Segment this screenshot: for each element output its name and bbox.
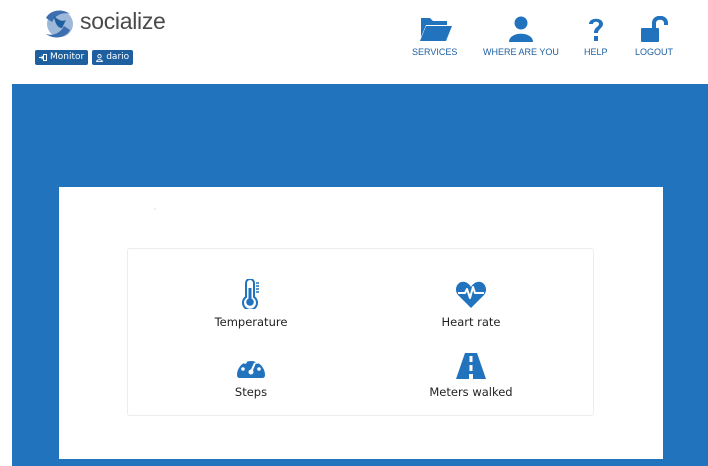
- user-name-badge[interactable]: dario: [92, 50, 134, 65]
- services-card: Temperature Heart rate Steps Meters walk…: [127, 248, 594, 416]
- tile-temperature[interactable]: Temperature: [196, 279, 306, 329]
- socialize-logo-icon: [46, 10, 73, 38]
- nav-help-label: HELP: [584, 47, 608, 57]
- tile-heart-rate[interactable]: Heart rate: [416, 279, 526, 329]
- heartbeat-icon: [455, 281, 487, 308]
- top-header: socialize Monitor dario SERVICES WHERE A…: [0, 0, 708, 84]
- nav-logout[interactable]: LOGOUT: [635, 16, 673, 57]
- nav-services[interactable]: SERVICES: [412, 16, 457, 57]
- nav-where-are-you[interactable]: WHERE ARE YOU: [483, 16, 559, 57]
- monitor-badge-label: Monitor: [50, 52, 85, 62]
- tile-meters-walked[interactable]: Meters walked: [416, 353, 526, 399]
- nav-where-are-you-label: WHERE ARE YOU: [483, 47, 559, 57]
- question-icon: [588, 18, 603, 41]
- tile-temperature-label: Temperature: [214, 315, 288, 329]
- tile-steps[interactable]: Steps: [196, 353, 306, 399]
- tile-steps-label: Steps: [234, 385, 268, 399]
- user-icon: [508, 16, 533, 42]
- monitor-badge[interactable]: Monitor: [35, 50, 89, 65]
- nav-services-label: SERVICES: [412, 47, 458, 57]
- user-badges: Monitor dario: [35, 50, 134, 65]
- user-name-label: dario: [106, 52, 130, 62]
- nav-logout-label: LOGOUT: [635, 47, 674, 57]
- decorative-dot: [154, 208, 156, 210]
- road-icon: [456, 353, 486, 379]
- unlock-icon: [641, 16, 668, 42]
- user-outline-icon: [96, 53, 104, 62]
- folder-open-icon: [419, 18, 452, 41]
- tile-heart-rate-label: Heart rate: [441, 315, 501, 329]
- dashboard-icon: [237, 357, 265, 378]
- brand-name: socialize: [80, 8, 166, 34]
- content-panel: Temperature Heart rate Steps Meters walk…: [59, 187, 663, 459]
- nav-help[interactable]: HELP: [584, 16, 608, 57]
- sign-in-icon: [39, 54, 47, 61]
- thermometer-icon: [242, 279, 259, 309]
- tile-meters-walked-label: Meters walked: [429, 385, 513, 399]
